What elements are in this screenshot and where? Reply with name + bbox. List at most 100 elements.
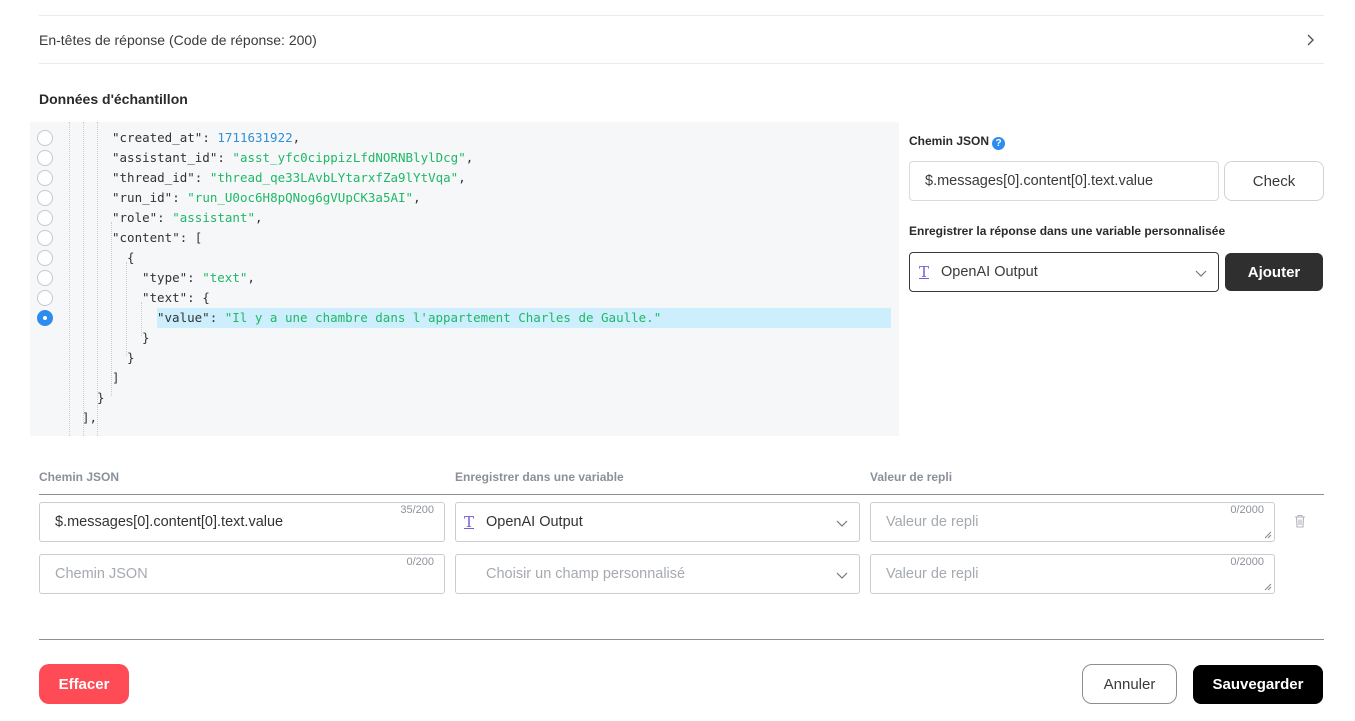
json-line-text: ]	[112, 368, 120, 388]
mapping-variable-value: OpenAI Output	[486, 514, 583, 530]
resize-handle-icon[interactable]	[1264, 531, 1272, 539]
json-path-radio[interactable]	[37, 250, 53, 266]
json-separator: :	[194, 170, 210, 185]
mapping-row-2-fallback-textarea[interactable]: Valeur de repli 0/2000	[870, 554, 1275, 594]
json-path-radio[interactable]	[37, 150, 53, 166]
mapping-row-2-path-input[interactable]: Chemin JSON 0/200	[39, 554, 445, 594]
clear-button[interactable]: Effacer	[39, 664, 129, 704]
column-header-variable: Enregistrer dans une variable	[455, 470, 624, 484]
json-key: "run_id"	[112, 190, 173, 205]
char-counter: 0/2000	[1230, 556, 1264, 568]
json-line-text: "role": "assistant",	[112, 208, 263, 228]
json-line: "run_id": "run_U0oc6H8pQNog6gVUpCK3a5AI"…	[30, 188, 899, 208]
mapping-row-2-variable-select[interactable]: Choisir un champ personnalisé	[455, 554, 860, 594]
json-separator: :	[187, 270, 203, 285]
json-path-radio[interactable]	[37, 210, 53, 226]
json-line: "value": "Il y a une chambre dans l'appa…	[30, 308, 899, 328]
json-line: "content": [	[30, 228, 899, 248]
json-path-radio[interactable]	[37, 310, 53, 326]
mapping-row-1-path-input[interactable]: $.messages[0].content[0].text.value 35/2…	[39, 502, 445, 542]
json-line-text: "created_at": 1711631922,	[112, 128, 300, 148]
char-counter: 0/200	[406, 556, 434, 568]
json-line-text: "content": [	[112, 228, 202, 248]
json-line: ]	[30, 368, 899, 388]
json-tail: ,	[292, 130, 301, 145]
json-key: ],	[82, 410, 98, 425]
json-path-radio[interactable]	[37, 190, 53, 206]
mapping-row-1-variable-select[interactable]: T OpenAI Output	[455, 502, 860, 542]
path-placeholder: Chemin JSON	[55, 566, 148, 582]
json-path-label: Chemin JSON?	[909, 134, 1006, 150]
json-path-radio[interactable]	[37, 290, 53, 306]
json-path-radio[interactable]	[37, 270, 53, 286]
json-value: "run_U0oc6H8pQNog6gVUpCK3a5AI"	[187, 190, 414, 205]
json-line: "text": {	[30, 288, 899, 308]
json-key: {	[127, 250, 135, 265]
save-response-label: Enregistrer la réponse dans une variable…	[909, 224, 1226, 238]
json-line-text: ],	[82, 408, 97, 428]
json-path-radio[interactable]	[37, 170, 53, 186]
json-value: "thread_qe33LAvbLYtarxfZa9lYtVqa"	[209, 170, 459, 185]
json-value: "Il y a une chambre dans l'appartement C…	[224, 310, 662, 325]
column-header-fallback: Valeur de repli	[870, 470, 953, 484]
trash-icon[interactable]	[1292, 513, 1308, 529]
json-sample-viewer: "created_at": 1711631922, "assistant_id":…	[30, 122, 899, 436]
json-path-radio[interactable]	[37, 230, 53, 246]
json-key: "value"	[157, 310, 210, 325]
json-line: "role": "assistant",	[30, 208, 899, 228]
json-line: }	[30, 348, 899, 368]
json-key: "type"	[142, 270, 188, 285]
custom-variable-value: OpenAI Output	[941, 264, 1038, 280]
json-path-input[interactable]: $.messages[0].content[0].text.value	[909, 161, 1219, 201]
cancel-button[interactable]: Annuler	[1082, 664, 1177, 704]
json-separator: :	[202, 130, 218, 145]
json-separator: : [	[179, 230, 203, 245]
text-type-icon: T	[919, 263, 930, 281]
json-line-text: "text": {	[142, 288, 210, 308]
save-button[interactable]: Sauvegarder	[1193, 665, 1323, 704]
text-type-icon: T	[464, 513, 475, 531]
help-icon[interactable]: ?	[992, 137, 1006, 150]
json-line-text: "type": "text",	[142, 268, 255, 288]
json-path-radio[interactable]	[37, 130, 53, 146]
json-line: "thread_id": "thread_qe33LAvbLYtarxfZa9l…	[30, 168, 899, 188]
json-line: ],	[30, 408, 899, 428]
resize-handle-icon[interactable]	[1264, 583, 1272, 591]
response-headers-accordion[interactable]: En-têtes de réponse (Code de réponse: 20…	[39, 16, 1324, 64]
json-line: }	[30, 328, 899, 348]
column-header-path: Chemin JSON	[39, 470, 120, 484]
custom-variable-select[interactable]: T OpenAI Output	[909, 252, 1219, 292]
json-tail: ,	[465, 150, 474, 165]
fallback-placeholder: Valeur de repli	[886, 514, 979, 530]
sample-data-title: Données d'échantillon	[39, 91, 188, 107]
char-counter: 35/200	[400, 504, 434, 516]
json-line: {	[30, 248, 899, 268]
json-key: "text"	[142, 290, 188, 305]
json-key: }	[127, 350, 135, 365]
json-path-label-text: Chemin JSON	[909, 134, 990, 148]
json-line: }	[30, 388, 899, 408]
chevron-right-icon	[1307, 34, 1314, 45]
json-separator: :	[157, 210, 173, 225]
mapping-row-1-fallback-textarea[interactable]: Valeur de repli 0/2000	[870, 502, 1275, 542]
json-key: "content"	[112, 230, 180, 245]
json-separator: : {	[187, 290, 210, 305]
json-key: "role"	[112, 210, 158, 225]
check-button[interactable]: Check	[1224, 161, 1324, 201]
json-tail: ,	[458, 170, 466, 185]
json-key: ]	[112, 370, 120, 385]
json-line: "created_at": 1711631922,	[30, 128, 899, 148]
json-line-text: "thread_id": "thread_qe33LAvbLYtarxfZa9l…	[112, 168, 466, 188]
json-line-text: }	[127, 348, 135, 368]
json-key: }	[142, 330, 150, 345]
json-line: "type": "text",	[30, 268, 899, 288]
json-value: 1711631922	[217, 130, 293, 145]
json-line-text: "run_id": "run_U0oc6H8pQNog6gVUpCK3a5AI"…	[112, 188, 421, 208]
json-tail: ,	[413, 190, 421, 205]
add-button[interactable]: Ajouter	[1225, 253, 1323, 291]
json-tail: ,	[247, 270, 255, 285]
json-line-text-selected: "value": "Il y a une chambre dans l'appa…	[157, 308, 891, 328]
json-separator: :	[209, 310, 225, 325]
mapping-path-value: $.messages[0].content[0].text.value	[55, 514, 284, 530]
char-counter: 0/2000	[1230, 504, 1264, 516]
